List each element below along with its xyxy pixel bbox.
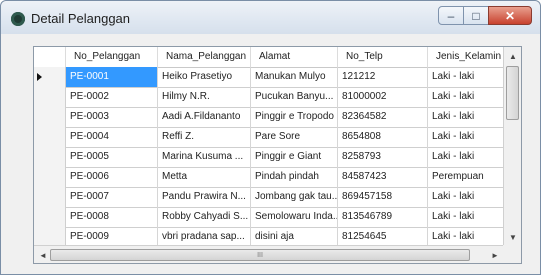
horizontal-scrollbar[interactable]: ◄ III ► bbox=[34, 245, 504, 263]
chevron-left-icon: ◄ bbox=[39, 250, 47, 260]
header-nama-pelanggan[interactable]: Nama_Pelanggan bbox=[158, 47, 251, 67]
cell-no-pelanggan[interactable]: PE-0008 bbox=[66, 207, 158, 227]
header-jenis-kelamin[interactable]: Jenis_Kelamin bbox=[428, 47, 504, 67]
cell-no-telp[interactable]: 813546789 bbox=[338, 207, 428, 227]
row-header[interactable] bbox=[34, 227, 66, 247]
cell-jenis-kelamin[interactable]: Laki - laki bbox=[428, 187, 504, 207]
app-icon bbox=[11, 12, 25, 26]
window-controls: – □ ✕ bbox=[438, 6, 532, 26]
cell-no-telp[interactable]: 8654808 bbox=[338, 127, 428, 147]
cell-no-pelanggan[interactable]: PE-0005 bbox=[66, 147, 158, 167]
cell-jenis-kelamin[interactable]: Laki - laki bbox=[428, 107, 504, 127]
scroll-down-button[interactable]: ▼ bbox=[504, 228, 521, 246]
maximize-icon: □ bbox=[472, 8, 480, 23]
cell-jenis-kelamin[interactable]: Perempuan bbox=[428, 167, 504, 187]
cell-alamat[interactable]: Semolowaru Inda... bbox=[251, 207, 338, 227]
close-button[interactable]: ✕ bbox=[488, 6, 532, 25]
cell-no-pelanggan[interactable]: PE-0001 bbox=[66, 67, 158, 87]
cell-nama-pelanggan[interactable]: vbri pradana sap... bbox=[158, 227, 251, 247]
title-bar[interactable]: Detail Pelanggan – □ ✕ bbox=[1, 1, 540, 34]
cell-no-telp[interactable]: 869457158 bbox=[338, 187, 428, 207]
row-header[interactable] bbox=[34, 147, 66, 167]
header-no-pelanggan[interactable]: No_Pelanggan bbox=[66, 47, 158, 67]
current-row-arrow-icon bbox=[37, 73, 42, 81]
row-header[interactable] bbox=[34, 107, 66, 127]
row-header[interactable] bbox=[34, 187, 66, 207]
cell-alamat[interactable]: Pindah pindah bbox=[251, 167, 338, 187]
cell-nama-pelanggan[interactable]: Heiko Prasetiyo bbox=[158, 67, 251, 87]
header-alamat[interactable]: Alamat bbox=[251, 47, 338, 67]
cell-no-pelanggan[interactable]: PE-0007 bbox=[66, 187, 158, 207]
cell-alamat[interactable]: Pare Sore bbox=[251, 127, 338, 147]
cell-alamat[interactable]: Pucukan Banyu... bbox=[251, 87, 338, 107]
grid-header: No_Pelanggan Nama_Pelanggan Alamat No_Te… bbox=[34, 47, 504, 68]
vertical-scrollbar[interactable]: ▲ ▼ bbox=[503, 47, 521, 246]
customer-data-grid[interactable]: No_Pelanggan Nama_Pelanggan Alamat No_Te… bbox=[33, 46, 522, 264]
cell-no-pelanggan[interactable]: PE-0006 bbox=[66, 167, 158, 187]
row-header[interactable] bbox=[34, 167, 66, 187]
scroll-up-button[interactable]: ▲ bbox=[504, 47, 521, 65]
cell-no-telp[interactable]: 81254645 bbox=[338, 227, 428, 247]
window-title: Detail Pelanggan bbox=[31, 11, 131, 26]
chevron-down-icon: ▼ bbox=[509, 232, 517, 242]
minimize-button[interactable]: – bbox=[438, 6, 464, 25]
header-no-telp[interactable]: No_Telp bbox=[338, 47, 428, 67]
cell-jenis-kelamin[interactable]: Laki - laki bbox=[428, 87, 504, 107]
scroll-right-button[interactable]: ► bbox=[486, 246, 504, 263]
header-corner[interactable] bbox=[34, 47, 66, 67]
cell-no-telp[interactable]: 82364582 bbox=[338, 107, 428, 127]
cell-no-pelanggan[interactable]: PE-0002 bbox=[66, 87, 158, 107]
table-row[interactable]: PE-0006 Metta Pindah pindah 84587423 Perempu… bbox=[34, 167, 504, 188]
row-header[interactable] bbox=[34, 127, 66, 147]
cell-nama-pelanggan[interactable]: Marina Kusuma ... bbox=[158, 147, 251, 167]
close-icon: ✕ bbox=[504, 8, 516, 23]
cell-nama-pelanggan[interactable]: Aadi A.Fildananto bbox=[158, 107, 251, 127]
table-row[interactable]: PE-0002 Hilmy N.R. Pucukan Banyu... 8100000… bbox=[34, 87, 504, 108]
chevron-up-icon: ▲ bbox=[509, 51, 517, 61]
cell-no-telp[interactable]: 81000002 bbox=[338, 87, 428, 107]
cell-alamat[interactable]: Manukan Mulyo bbox=[251, 67, 338, 87]
scrollbar-corner bbox=[503, 245, 521, 263]
vertical-scroll-thumb[interactable] bbox=[506, 66, 519, 120]
row-header[interactable] bbox=[34, 67, 66, 87]
row-header[interactable] bbox=[34, 87, 66, 107]
table-row[interactable]: PE-0001 Heiko Prasetiyo Manukan Mulyo 12121… bbox=[34, 67, 504, 88]
cell-nama-pelanggan[interactable]: Reffi Z. bbox=[158, 127, 251, 147]
cell-alamat[interactable]: Jombang gak tau... bbox=[251, 187, 338, 207]
cell-nama-pelanggan[interactable]: Robby Cahyadi S... bbox=[158, 207, 251, 227]
cell-alamat[interactable]: Pinggir e Giant bbox=[251, 147, 338, 167]
table-row[interactable]: PE-0007 Pandu Prawira N... Jombang gak tau… bbox=[34, 187, 504, 208]
detail-pelanggan-window: Detail Pelanggan – □ ✕ No_Pelanggan Nama… bbox=[0, 0, 541, 275]
table-row[interactable]: PE-0004 Reffi Z. Pare Sore 8654808 Laki - la… bbox=[34, 127, 504, 148]
table-row[interactable]: PE-0005 Marina Kusuma ... Pinggir e Giant 8… bbox=[34, 147, 504, 168]
cell-no-pelanggan[interactable]: PE-0004 bbox=[66, 127, 158, 147]
cell-jenis-kelamin[interactable]: Laki - laki bbox=[428, 227, 504, 247]
table-row[interactable]: PE-0003 Aadi A.Fildananto Pinggir e Tropod… bbox=[34, 107, 504, 128]
cell-nama-pelanggan[interactable]: Pandu Prawira N... bbox=[158, 187, 251, 207]
maximize-button[interactable]: □ bbox=[463, 6, 489, 25]
minimize-icon: – bbox=[447, 8, 455, 23]
cell-no-telp[interactable]: 8258793 bbox=[338, 147, 428, 167]
row-header[interactable] bbox=[34, 207, 66, 227]
cell-nama-pelanggan[interactable]: Metta bbox=[158, 167, 251, 187]
cell-alamat[interactable]: Pinggir e Tropodo bbox=[251, 107, 338, 127]
cell-no-pelanggan[interactable]: PE-0009 bbox=[66, 227, 158, 247]
horizontal-scroll-thumb[interactable]: III bbox=[50, 249, 470, 261]
cell-jenis-kelamin[interactable]: Laki - laki bbox=[428, 147, 504, 167]
cell-no-telp[interactable]: 121212 bbox=[338, 67, 428, 87]
cell-jenis-kelamin[interactable]: Laki - laki bbox=[428, 67, 504, 87]
cell-jenis-kelamin[interactable]: Laki - laki bbox=[428, 207, 504, 227]
chevron-right-icon: ► bbox=[491, 250, 499, 260]
cell-nama-pelanggan[interactable]: Hilmy N.R. bbox=[158, 87, 251, 107]
cell-jenis-kelamin[interactable]: Laki - laki bbox=[428, 127, 504, 147]
cell-no-pelanggan[interactable]: PE-0003 bbox=[66, 107, 158, 127]
table-row[interactable]: PE-0008 Robby Cahyadi S... Semolowaru Inda… bbox=[34, 207, 504, 228]
cell-no-telp[interactable]: 84587423 bbox=[338, 167, 428, 187]
grip-icon: III bbox=[257, 252, 263, 259]
cell-alamat[interactable]: disini aja bbox=[251, 227, 338, 247]
